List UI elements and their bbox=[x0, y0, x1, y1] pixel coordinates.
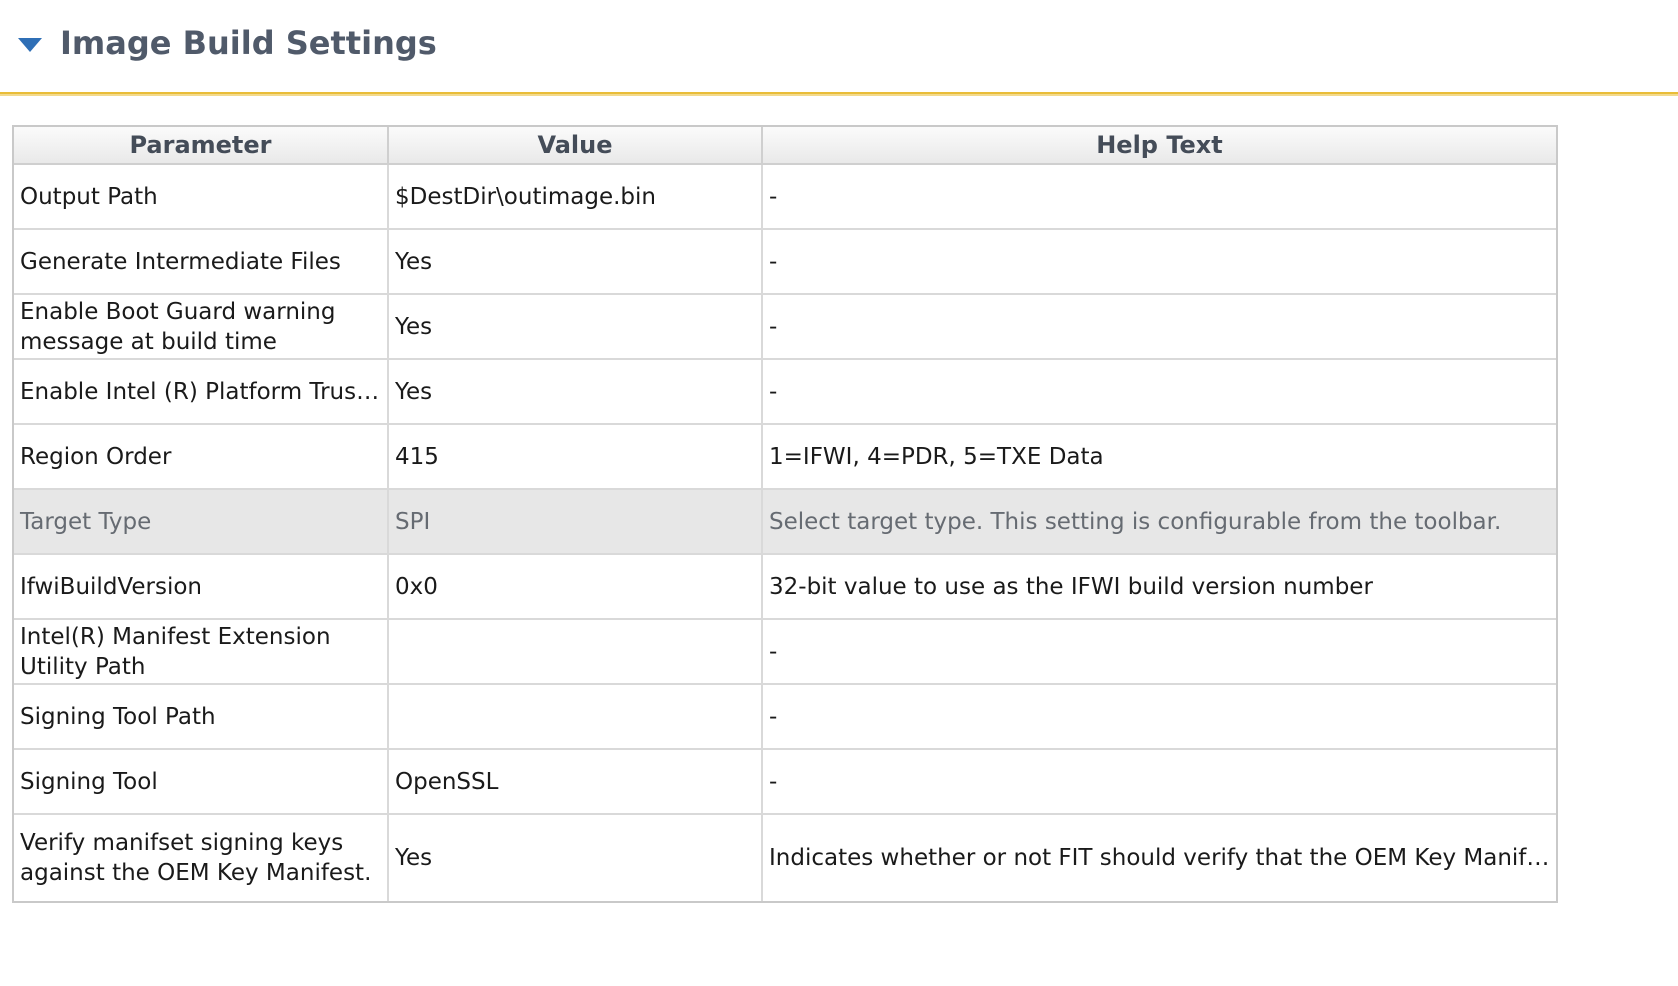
column-header-parameter[interactable]: Parameter bbox=[14, 127, 389, 165]
help-text-cell: - bbox=[761, 748, 1556, 815]
collapse-triangle-icon[interactable] bbox=[18, 38, 42, 52]
value-cell[interactable]: Yes bbox=[387, 358, 763, 425]
table-row[interactable]: Output Path $DestDir\outimage.bin - bbox=[14, 163, 1556, 230]
value-cell[interactable]: Yes bbox=[387, 813, 763, 901]
column-header-help-text[interactable]: Help Text bbox=[761, 127, 1556, 165]
value-cell[interactable]: 0x0 bbox=[387, 553, 763, 620]
parameter-cell: Output Path bbox=[14, 163, 389, 230]
section-divider bbox=[0, 92, 1678, 96]
table-row[interactable]: Enable Intel (R) Platform Trust ... Yes … bbox=[14, 358, 1556, 425]
table-row[interactable]: IfwiBuildVersion 0x0 32-bit value to use… bbox=[14, 553, 1556, 620]
table-row-selected[interactable]: Target Type SPI Select target type. This… bbox=[14, 488, 1556, 555]
section-header: Image Build Settings bbox=[0, 0, 1678, 96]
table-row[interactable]: Verify manifset signing keys against the… bbox=[14, 813, 1556, 901]
value-cell[interactable]: Yes bbox=[387, 228, 763, 295]
parameter-cell: IfwiBuildVersion bbox=[14, 553, 389, 620]
table-row[interactable]: Enable Boot Guard warning message at bui… bbox=[14, 293, 1556, 360]
section-title: Image Build Settings bbox=[60, 24, 437, 62]
table-row[interactable]: Signing Tool OpenSSL - bbox=[14, 748, 1556, 815]
value-cell[interactable]: 415 bbox=[387, 423, 763, 490]
parameter-cell: Signing Tool bbox=[14, 748, 389, 815]
help-text-cell: Select target type. This setting is conf… bbox=[761, 488, 1556, 555]
parameter-cell: Signing Tool Path bbox=[14, 683, 389, 750]
table-row[interactable]: Generate Intermediate Files Yes - bbox=[14, 228, 1556, 295]
help-text-cell: - bbox=[761, 228, 1556, 295]
parameter-cell: Intel(R) Manifest Extension Utility Path bbox=[14, 618, 389, 685]
table-row[interactable]: Signing Tool Path - bbox=[14, 683, 1556, 750]
value-cell[interactable]: Yes bbox=[387, 293, 763, 360]
help-text-cell: - bbox=[761, 683, 1556, 750]
parameter-cell: Verify manifset signing keys against the… bbox=[14, 813, 389, 901]
value-cell[interactable] bbox=[387, 683, 763, 750]
help-text-cell: - bbox=[761, 358, 1556, 425]
help-text-cell: 32-bit value to use as the IFWI build ve… bbox=[761, 553, 1556, 620]
help-text-cell: - bbox=[761, 163, 1556, 230]
help-text-cell: - bbox=[761, 618, 1556, 685]
help-text-cell: - bbox=[761, 293, 1556, 360]
settings-table: Parameter Value Help Text Output Path $D… bbox=[14, 127, 1556, 901]
settings-table-container: Parameter Value Help Text Output Path $D… bbox=[12, 125, 1558, 903]
parameter-cell: Enable Boot Guard warning message at bui… bbox=[14, 293, 389, 360]
table-row[interactable]: Intel(R) Manifest Extension Utility Path… bbox=[14, 618, 1556, 685]
help-text-cell: Indicates whether or not FIT should veri… bbox=[761, 813, 1556, 901]
value-cell[interactable]: SPI bbox=[387, 488, 763, 555]
value-cell[interactable]: OpenSSL bbox=[387, 748, 763, 815]
value-cell[interactable] bbox=[387, 618, 763, 685]
help-text-cell: 1=IFWI, 4=PDR, 5=TXE Data bbox=[761, 423, 1556, 490]
table-header-row: Parameter Value Help Text bbox=[14, 127, 1556, 165]
parameter-cell: Generate Intermediate Files bbox=[14, 228, 389, 295]
value-cell[interactable]: $DestDir\outimage.bin bbox=[387, 163, 763, 230]
parameter-cell: Enable Intel (R) Platform Trust ... bbox=[14, 358, 389, 425]
parameter-cell: Target Type bbox=[14, 488, 389, 555]
parameter-cell: Region Order bbox=[14, 423, 389, 490]
column-header-value[interactable]: Value bbox=[387, 127, 763, 165]
table-row[interactable]: Region Order 415 1=IFWI, 4=PDR, 5=TXE Da… bbox=[14, 423, 1556, 490]
